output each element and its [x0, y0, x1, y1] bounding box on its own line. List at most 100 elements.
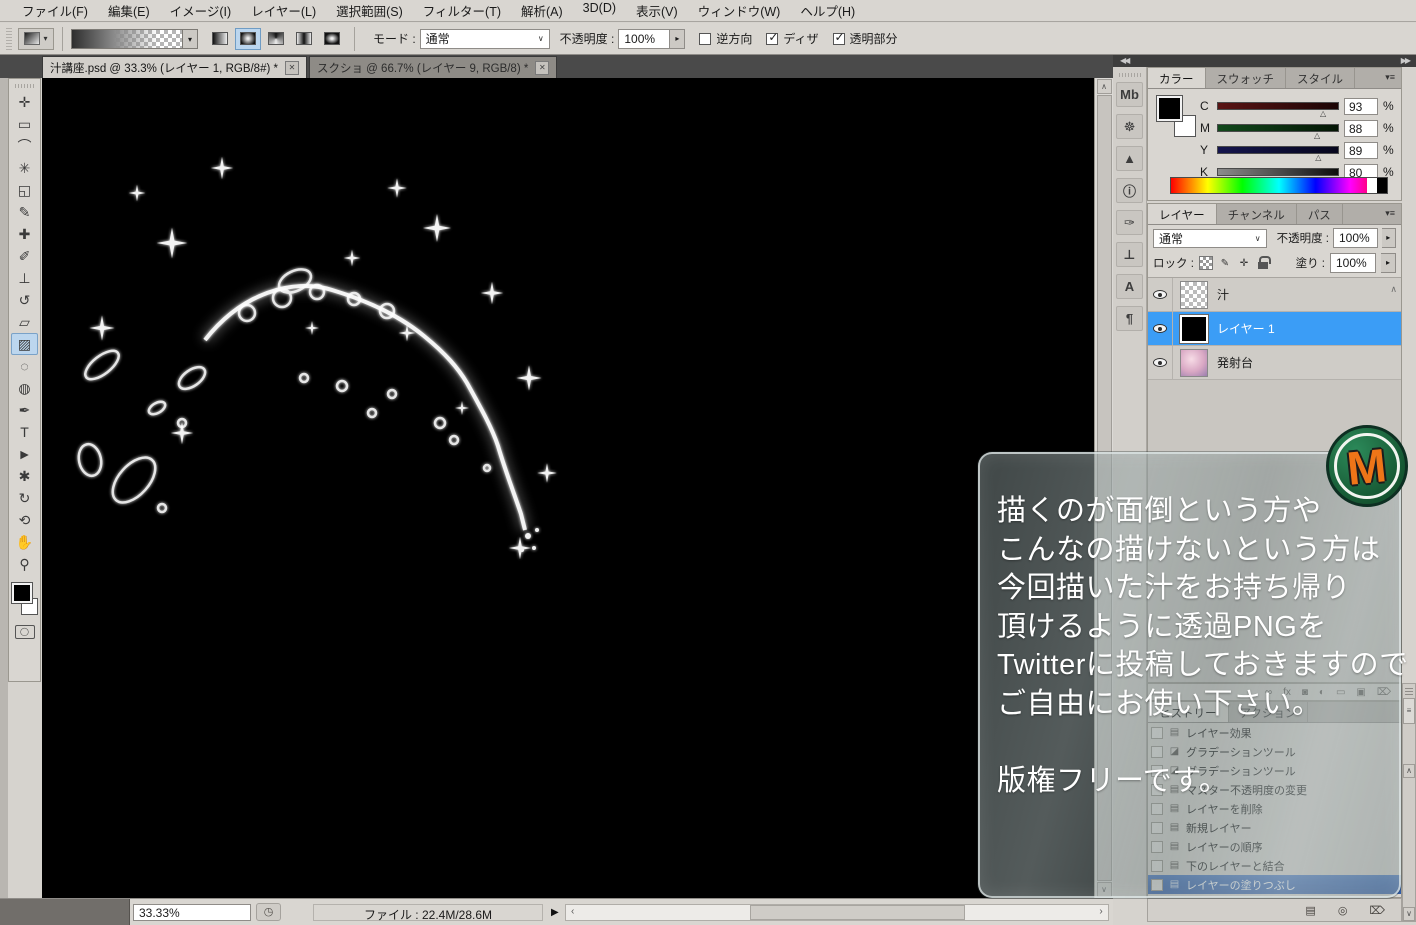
clone-source-icon[interactable]: ⊥ [1116, 242, 1143, 267]
lock-image-pixels-icon[interactable]: ✎ [1218, 256, 1232, 270]
eyedropper-tool[interactable]: ✎ [11, 201, 38, 223]
channel-value-input[interactable]: 93 [1344, 98, 1378, 115]
menu-file[interactable]: ファイル(F) [12, 1, 98, 20]
histogram-icon[interactable]: ▲ [1116, 146, 1143, 171]
3d-orbit-tool[interactable]: ⟲ [11, 509, 38, 531]
crop-tool[interactable]: ◱ [11, 179, 38, 201]
panel-tab[interactable]: スウォッチ [1206, 68, 1287, 88]
tool-preset-picker[interactable]: ▾ [18, 28, 54, 50]
3d-rotate-tool[interactable]: ↻ [11, 487, 38, 509]
path-selection-tool[interactable]: ► [11, 443, 38, 465]
slider-track[interactable]: △ [1217, 124, 1339, 132]
menu-select[interactable]: 選択範囲(S) [326, 1, 413, 20]
scroll-left-icon[interactable]: ‹ [566, 905, 580, 920]
channel-value-input[interactable]: 89 [1344, 142, 1378, 159]
radial-gradient-button[interactable] [235, 28, 261, 50]
linear-gradient-button[interactable] [207, 28, 233, 50]
menu-3d[interactable]: 3D(D) [573, 1, 626, 20]
panel-menu-icon[interactable]: ▾≡ [1379, 204, 1401, 224]
panel-tab[interactable]: チャンネル [1217, 204, 1297, 224]
slider-track[interactable]: △ [1217, 146, 1339, 154]
menu-filter[interactable]: フィルター(T) [413, 1, 511, 20]
black-swatch[interactable] [1377, 178, 1387, 193]
layer-blend-mode-select[interactable]: 通常∨ [1153, 229, 1267, 248]
eraser-tool[interactable]: ▱ [11, 311, 38, 333]
navigator-icon[interactable]: ☸ [1116, 114, 1143, 139]
fill-spinner-arrow[interactable]: ▸ [1381, 253, 1396, 273]
visibility-toggle[interactable] [1148, 312, 1173, 345]
gradient-tool[interactable]: ▨ [11, 333, 38, 355]
panel-tab[interactable]: パス [1297, 204, 1343, 224]
slider-marker-icon[interactable]: △ [1315, 153, 1321, 162]
document-tab[interactable]: スクショ @ 66.7% (レイヤー 9, RGB/8) * ✕ [309, 56, 557, 78]
visibility-toggle[interactable] [1148, 346, 1173, 379]
channel-value-input[interactable]: 88 [1344, 120, 1378, 137]
reflected-gradient-button[interactable] [291, 28, 317, 50]
lock-transparent-pixels-icon[interactable] [1199, 256, 1213, 270]
layer-row[interactable]: レイヤー 1 [1148, 312, 1401, 346]
panel-tab[interactable]: レイヤー [1148, 204, 1217, 224]
close-icon[interactable]: ✕ [285, 61, 299, 75]
foreground-color-swatch[interactable] [12, 583, 32, 603]
blend-mode-select[interactable]: 通常∨ [420, 29, 550, 49]
brush-presets-icon[interactable]: ✑ [1116, 210, 1143, 235]
layer-thumbnail[interactable] [1180, 349, 1208, 377]
menu-analysis[interactable]: 解析(A) [511, 1, 573, 20]
slider-marker-icon[interactable]: △ [1320, 109, 1326, 118]
history-brush-tool[interactable]: ↺ [11, 289, 38, 311]
document-tab[interactable]: 汁講座.psd @ 33.3% (レイヤー 1, RGB/8#) * ✕ [42, 56, 307, 78]
slider-marker-icon[interactable]: △ [1314, 131, 1320, 140]
color-spectrum-ramp[interactable] [1170, 177, 1388, 194]
scroll-down-icon[interactable]: ∨ [1403, 907, 1415, 921]
visibility-toggle[interactable] [1148, 278, 1173, 311]
menu-layer[interactable]: レイヤー(L) [241, 1, 326, 20]
hand-tool[interactable]: ✋ [11, 531, 38, 553]
layer-opacity-input[interactable]: 100% [1333, 228, 1378, 248]
lock-position-icon[interactable]: ✛ [1237, 256, 1251, 270]
panel-tab[interactable]: カラー [1148, 68, 1206, 88]
angle-gradient-button[interactable] [263, 28, 289, 50]
menu-edit[interactable]: 編集(E) [98, 1, 160, 20]
scrollbar-thumb[interactable] [750, 905, 965, 920]
delete-state-icon[interactable]: ⌦ [1369, 904, 1385, 917]
paragraph-icon[interactable]: ¶ [1116, 306, 1143, 331]
layer-row[interactable]: 発射台 [1148, 346, 1401, 380]
transparency-checkbox[interactable]: ✓ 透明部分 [833, 30, 898, 47]
canvas-horizontal-scrollbar[interactable]: ‹ › [565, 904, 1109, 921]
dither-checkbox[interactable]: ✓ ディザ [766, 30, 818, 47]
scroll-up-icon[interactable]: ∧ [1403, 764, 1415, 778]
move-tool[interactable]: ✛ [11, 91, 38, 113]
magic-wand-tool[interactable]: ✳ [11, 157, 38, 179]
custom-shape-tool[interactable]: ✱ [11, 465, 38, 487]
blur-tool[interactable]: ◌ [11, 355, 38, 377]
brush-tool[interactable]: ✐ [11, 245, 38, 267]
layer-thumbnail[interactable] [1180, 281, 1208, 309]
opacity-spinner-arrow[interactable]: ▸ [670, 29, 685, 49]
lasso-tool[interactable]: ⌒ [11, 135, 38, 157]
slider-track[interactable]: △ [1217, 102, 1339, 110]
zoom-tool[interactable]: ⚲ [11, 553, 38, 575]
scroll-right-icon[interactable]: › [1094, 905, 1108, 920]
layer-thumbnail[interactable] [1180, 315, 1208, 343]
fill-input[interactable]: 100% [1330, 253, 1376, 273]
foreground-color-swatch[interactable] [1157, 96, 1182, 121]
menu-window[interactable]: ウィンドウ(W) [688, 1, 791, 20]
gradient-picker-arrow[interactable]: ▾ [183, 29, 198, 49]
scroll-up-icon[interactable]: ∧ [1390, 284, 1397, 295]
diamond-gradient-button[interactable] [319, 28, 345, 50]
quick-mask-button[interactable]: ◯ [15, 625, 35, 639]
opacity-spinner-arrow[interactable]: ▸ [1382, 228, 1396, 248]
status-expand-icon[interactable]: ▶ [551, 907, 559, 918]
dodge-tool[interactable]: ◍ [11, 377, 38, 399]
new-snapshot-icon[interactable]: ◎ [1338, 904, 1348, 917]
menu-image[interactable]: イメージ(I) [160, 1, 242, 20]
scrollbar-track[interactable] [580, 905, 1094, 920]
opacity-input[interactable]: 100% [618, 29, 670, 49]
type-tool[interactable]: T [11, 421, 38, 443]
expand-panels-icon[interactable]: ▶▶ [1401, 55, 1409, 67]
collapse-panels-icon[interactable]: ◀◀ [1120, 55, 1128, 67]
clone-stamp-tool[interactable]: ⊥ [11, 267, 38, 289]
foreground-background-swatches[interactable] [12, 583, 38, 615]
character-icon[interactable]: A [1116, 274, 1143, 299]
layer-row[interactable]: 汁 [1148, 278, 1401, 312]
